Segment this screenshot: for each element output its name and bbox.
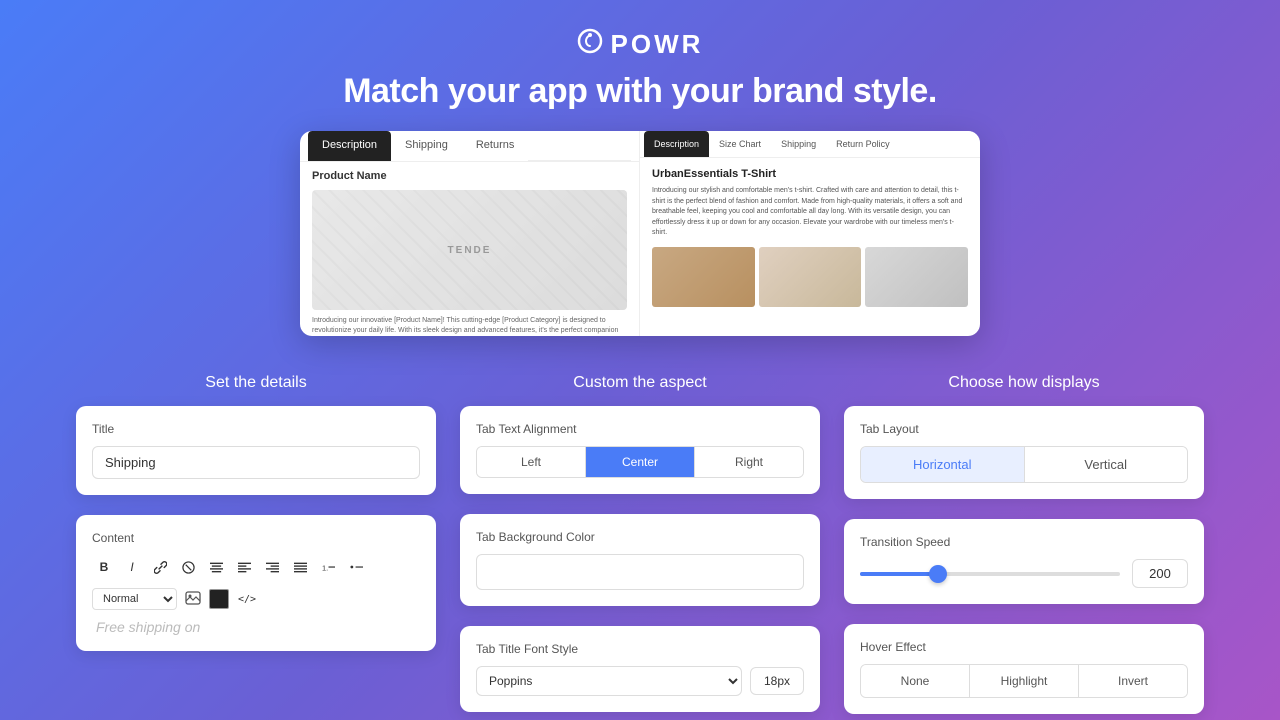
preview-product-title: UrbanEssentials T-Shirt: [652, 168, 968, 180]
preview-img-1: [652, 247, 755, 307]
speed-input[interactable]: [1132, 559, 1188, 588]
unordered-list-button[interactable]: [344, 555, 368, 579]
align-left-button[interactable]: [232, 555, 256, 579]
font-style-panel: Tab Title Font Style Poppins Roboto Open…: [460, 626, 820, 712]
preview-product-images: [652, 247, 968, 307]
content-panel: Content B I: [76, 515, 436, 651]
text-color-picker[interactable]: [209, 589, 229, 609]
title-input[interactable]: [92, 446, 420, 479]
font-style-label: Tab Title Font Style: [476, 642, 804, 656]
alignment-btn-group: Left Center Right: [476, 446, 804, 478]
preview-right: Description Size Chart Shipping Return P…: [640, 131, 980, 336]
logo-text: POWR: [611, 29, 704, 60]
preview-product-desc: Introducing our stylish and comfortable …: [652, 186, 968, 239]
section-details-title: Set the details: [76, 374, 436, 392]
code-button[interactable]: </>: [235, 587, 259, 611]
hover-none-button[interactable]: None: [861, 665, 970, 697]
section-display-title: Choose how displays: [844, 374, 1204, 392]
bg-color-label: Tab Background Color: [476, 530, 804, 544]
preview-tab-description-right[interactable]: Description: [644, 131, 709, 157]
horizontal-layout-button[interactable]: Horizontal: [861, 447, 1025, 482]
align-right-button[interactable]: [260, 555, 284, 579]
preview-tab-shipping-right[interactable]: Shipping: [771, 131, 826, 157]
toolbar: B I: [92, 555, 420, 579]
speed-slider-fill: [860, 572, 938, 576]
section-aspect-title: Custom the aspect: [460, 374, 820, 392]
bg-color-input-row[interactable]: [476, 554, 804, 590]
preview-container: Description Shipping Returns Product Nam…: [300, 131, 980, 336]
header: POWR Match your app with your brand styl…: [0, 0, 1280, 131]
speed-slider-track: [860, 572, 1120, 576]
preview-img-2: [759, 247, 862, 307]
layout-label: Tab Layout: [860, 422, 1188, 436]
preview-img-3: [865, 247, 968, 307]
tagline: Match your app with your brand style.: [0, 72, 1280, 111]
image-insert-button[interactable]: [183, 589, 203, 609]
title-label: Title: [92, 422, 420, 436]
bg-color-swatch: [487, 561, 793, 583]
font-size-input[interactable]: [750, 667, 804, 695]
section-details: Set the details Title Content B I: [76, 374, 436, 714]
bold-button[interactable]: B: [92, 555, 116, 579]
transition-label: Transition Speed: [860, 535, 1188, 549]
preview-tabs-left: Description Shipping Returns: [300, 131, 639, 162]
font-style-row: Poppins Roboto Open Sans: [476, 666, 804, 696]
content-preview-text: Free shipping on: [92, 611, 420, 635]
layout-btn-group: Horizontal Vertical: [860, 446, 1188, 483]
hover-invert-button[interactable]: Invert: [1079, 665, 1187, 697]
preview-tab-description-left[interactable]: Description: [308, 131, 391, 161]
preview-tab-returns-left[interactable]: Returns: [462, 131, 529, 161]
ordered-list-button[interactable]: 1.: [316, 555, 340, 579]
hover-btn-group: None Highlight Invert: [860, 664, 1188, 698]
bg-color-panel: Tab Background Color: [460, 514, 820, 606]
content-label: Content: [92, 531, 420, 545]
preview-tab-returnpolicy-right[interactable]: Return Policy: [826, 131, 900, 157]
link-button[interactable]: [148, 555, 172, 579]
hover-label: Hover Effect: [860, 640, 1188, 654]
speed-row: [860, 559, 1188, 588]
format-select[interactable]: Normal Heading 1 Heading 2: [92, 588, 177, 610]
font-family-select[interactable]: Poppins Roboto Open Sans: [476, 666, 742, 696]
hover-panel: Hover Effect None Highlight Invert: [844, 624, 1204, 714]
logo: POWR: [0, 28, 1280, 60]
align-left-tab-button[interactable]: Left: [477, 447, 586, 477]
transition-panel: Transition Speed: [844, 519, 1204, 604]
sections: Set the details Title Content B I: [0, 354, 1280, 714]
logo-icon: [577, 28, 603, 60]
speed-slider-wrapper[interactable]: [860, 562, 1120, 586]
section-aspect: Custom the aspect Tab Text Alignment Lef…: [460, 374, 820, 714]
preview-tab-shipping-left[interactable]: Shipping: [391, 131, 462, 161]
align-center-tab-button[interactable]: Center: [586, 447, 695, 477]
speed-slider-thumb[interactable]: [929, 565, 947, 583]
preview-desc-text: Introducing our innovative [Product Name…: [300, 310, 639, 336]
alignment-panel: Tab Text Alignment Left Center Right: [460, 406, 820, 494]
preview-tab-sizechart-right[interactable]: Size Chart: [709, 131, 771, 157]
preview-product-name: Product Name: [300, 162, 639, 190]
section-display: Choose how displays Tab Layout Horizonta…: [844, 374, 1204, 714]
title-panel: Title: [76, 406, 436, 495]
layout-panel: Tab Layout Horizontal Vertical: [844, 406, 1204, 499]
alignment-label: Tab Text Alignment: [476, 422, 804, 436]
vertical-layout-button[interactable]: Vertical: [1025, 447, 1188, 482]
align-justify-button[interactable]: [288, 555, 312, 579]
italic-button[interactable]: I: [120, 555, 144, 579]
align-right-tab-button[interactable]: Right: [695, 447, 803, 477]
hover-highlight-button[interactable]: Highlight: [970, 665, 1079, 697]
preview-right-content: UrbanEssentials T-Shirt Introducing our …: [640, 158, 980, 317]
clear-format-button[interactable]: [176, 555, 200, 579]
preview-product-image: TENDE: [312, 190, 627, 310]
preview-left: Description Shipping Returns Product Nam…: [300, 131, 640, 336]
preview-tabs-right: Description Size Chart Shipping Return P…: [640, 131, 980, 158]
align-center-button[interactable]: [204, 555, 228, 579]
svg-text:1.: 1.: [322, 563, 328, 572]
